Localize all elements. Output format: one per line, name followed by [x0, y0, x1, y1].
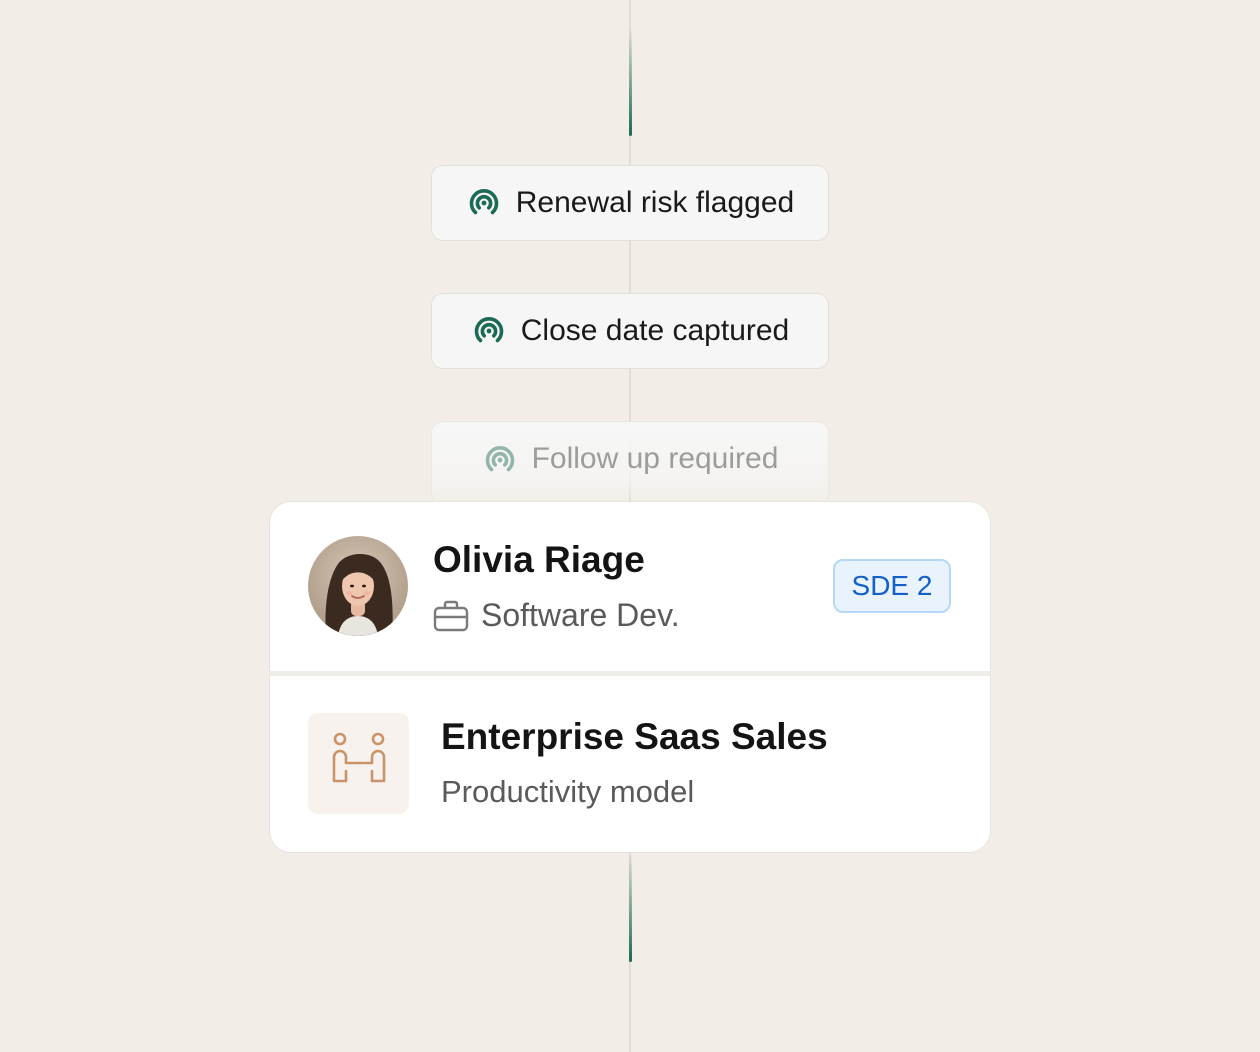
- card-divider: [270, 671, 990, 676]
- timeline-event-label: Follow up required: [531, 442, 779, 475]
- two-people-handshake-icon: [327, 731, 391, 796]
- timeline-accent-bottom: [629, 852, 632, 962]
- role-row: Software Dev.: [433, 597, 680, 634]
- model-icon-tile: [308, 713, 409, 814]
- timeline-event-close-date[interactable]: Close date captured: [431, 293, 829, 369]
- timeline-event-renewal-risk[interactable]: Renewal risk flagged: [431, 165, 829, 241]
- radar-signal-icon: [466, 185, 502, 221]
- radar-signal-icon: [471, 313, 507, 349]
- timeline-event-follow-up[interactable]: Follow up required: [431, 421, 829, 505]
- timeline-event-label: Renewal risk flagged: [515, 186, 795, 219]
- model-subtitle: Productivity model: [441, 774, 695, 809]
- timeline-event-label: Close date captured: [520, 314, 790, 347]
- radar-signal-icon: [482, 442, 518, 478]
- model-title: Enterprise Saas Sales: [441, 716, 828, 757]
- avatar[interactable]: [308, 536, 408, 636]
- role-label: Software Dev.: [481, 597, 680, 633]
- timeline-accent-top: [629, 28, 632, 136]
- profile-card: Olivia Riage Software Dev. SDE 2 Enterpr…: [269, 501, 991, 853]
- person-name: Olivia Riage: [433, 539, 645, 580]
- level-badge: SDE 2: [833, 559, 951, 613]
- briefcase-icon: [433, 599, 469, 633]
